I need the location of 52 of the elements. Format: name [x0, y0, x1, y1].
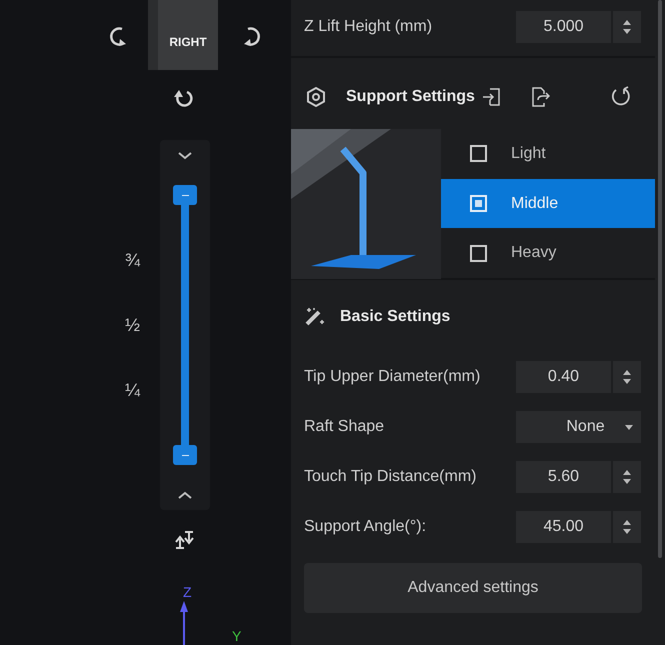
- number-field[interactable]: 5.60: [516, 461, 611, 493]
- field-label: Tip Upper Diameter(mm): [304, 367, 480, 387]
- magic-wand-icon: [304, 307, 326, 327]
- field-label: Support Angle(°):: [304, 517, 426, 537]
- chevron-up-icon[interactable]: [178, 491, 192, 499]
- cube-face-label: RIGHT: [169, 34, 207, 50]
- scrollbar-thumb[interactable]: [658, 0, 662, 558]
- number-field[interactable]: 0.40: [516, 361, 611, 393]
- advanced-settings-button[interactable]: Advanced settings: [304, 563, 642, 613]
- slider-tick-label: ½: [125, 316, 140, 334]
- down-arrow-icon: [623, 529, 631, 534]
- support-option[interactable]: Middle: [441, 178, 655, 228]
- chevron-down-icon[interactable]: [178, 152, 192, 160]
- down-arrow-icon: [623, 479, 631, 484]
- option-checkbox-icon: [470, 244, 487, 262]
- z-axis-label: Z: [183, 583, 192, 602]
- spin-buttons[interactable]: [613, 511, 641, 543]
- option-checkbox-icon: [470, 195, 487, 212]
- support-option[interactable]: Light: [441, 129, 655, 179]
- slider-tick-label: ¼: [125, 381, 140, 399]
- spin-buttons[interactable]: [613, 361, 641, 393]
- field-label: Z Lift Height (mm): [304, 17, 432, 37]
- number-field[interactable]: 5.000: [516, 11, 611, 43]
- slider-handle[interactable]: [173, 185, 197, 205]
- layer-arrows-icon[interactable]: [174, 531, 196, 549]
- down-arrow-icon: [623, 379, 631, 384]
- view-cube[interactable]: RIGHT: [148, 0, 218, 70]
- slider-handle[interactable]: [173, 445, 197, 465]
- slider-tick-label: ¾: [125, 251, 140, 269]
- up-arrow-icon: [623, 470, 631, 475]
- spin-buttons[interactable]: [613, 11, 641, 43]
- y-axis-label: Y: [232, 627, 242, 645]
- up-arrow-icon: [623, 20, 631, 25]
- down-arrow-icon: [623, 29, 631, 34]
- number-field[interactable]: 45.00: [516, 511, 611, 543]
- caret-icon: [625, 424, 633, 430]
- export-icon[interactable]: [530, 87, 550, 107]
- reset-icon[interactable]: [609, 86, 631, 108]
- option-checkbox-icon: [470, 145, 487, 162]
- section-title: Basic Settings: [340, 307, 450, 327]
- rotate-down-icon[interactable]: [172, 88, 194, 110]
- hexagon-icon: [306, 87, 326, 107]
- field-label: Touch Tip Distance(mm): [304, 467, 476, 487]
- raft-shape-dropdown[interactable]: None: [516, 411, 641, 443]
- support-option[interactable]: Heavy: [441, 228, 655, 278]
- section-title: Support Settings: [346, 87, 475, 107]
- field-label: Raft Shape: [304, 417, 384, 437]
- up-arrow-icon: [623, 520, 631, 525]
- import-icon[interactable]: [482, 87, 502, 107]
- z-axis-arrow: [179, 600, 189, 645]
- spin-buttons[interactable]: [613, 461, 641, 493]
- up-arrow-icon: [623, 370, 631, 375]
